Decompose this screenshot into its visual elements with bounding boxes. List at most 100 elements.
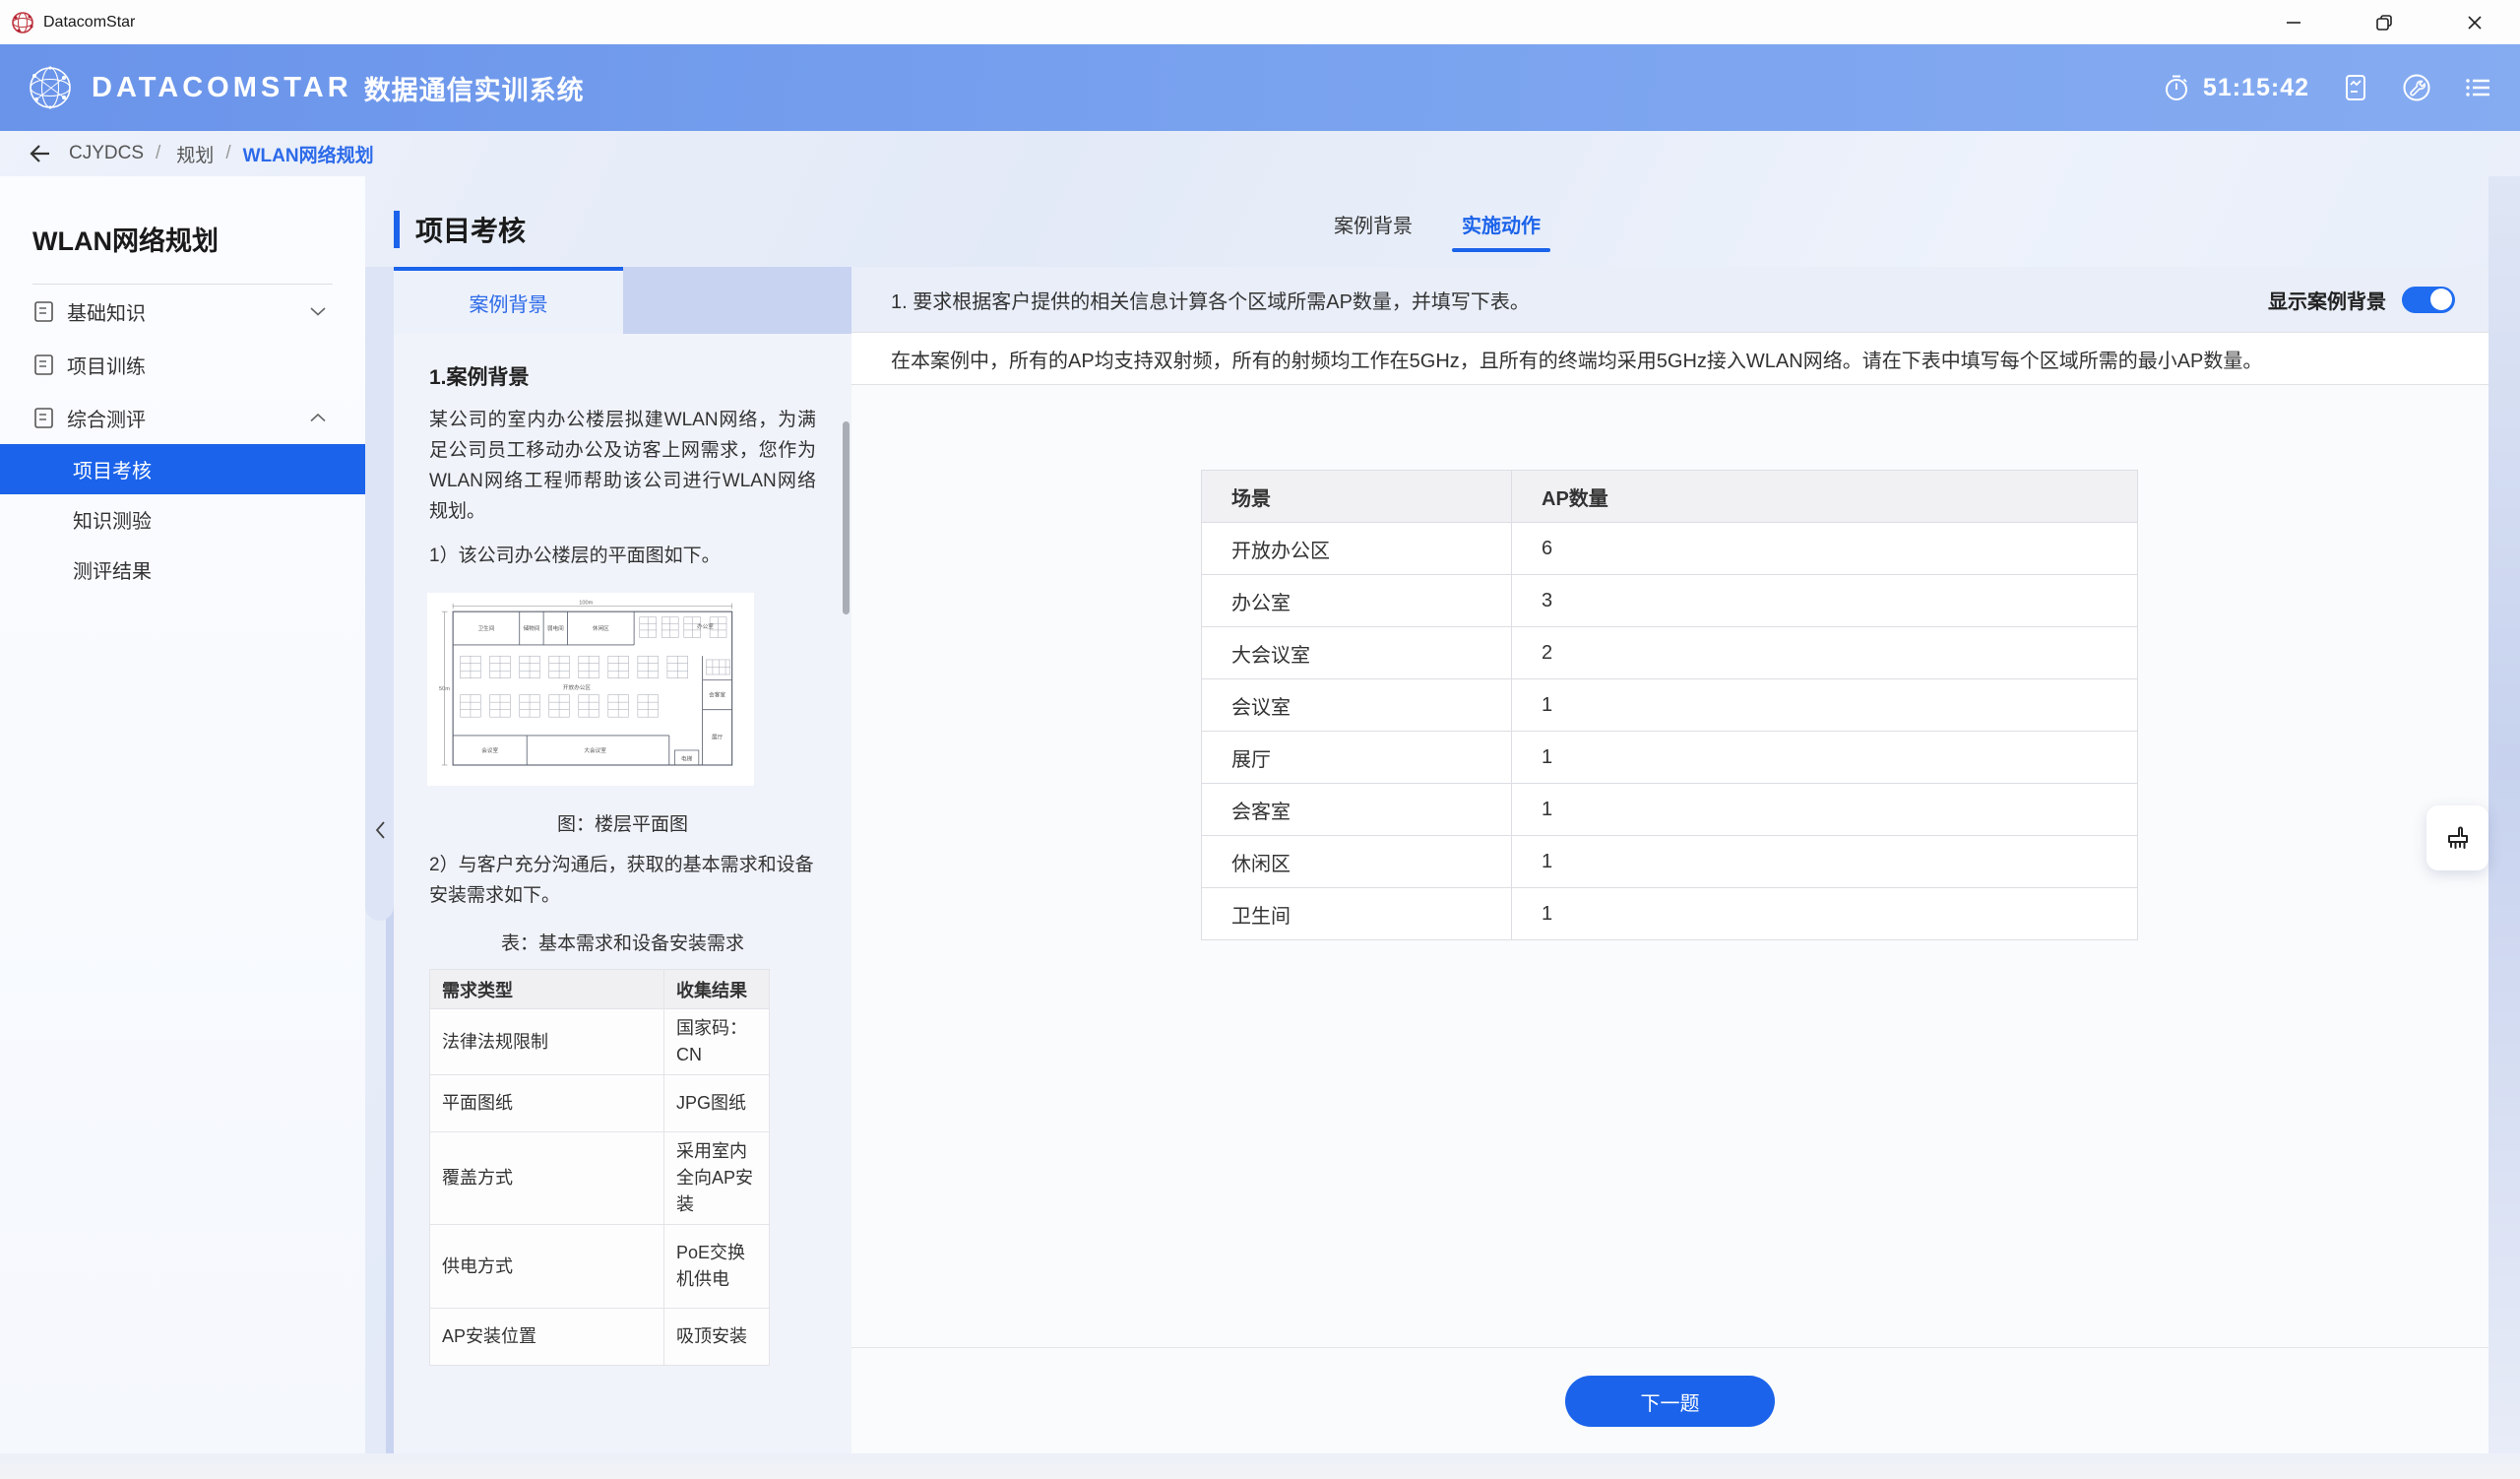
svg-text:会议室: 会议室 (481, 746, 498, 754)
breadcrumb-current: WLAN网络规划 (243, 141, 374, 167)
case-background-panel: 案例背景 1.案例背景 某公司的室内办公楼层拟建WLAN网络，为满足公司员工移动… (394, 267, 851, 1453)
sidebar-item-label: 项目训练 (67, 351, 146, 379)
sidebar: WLAN网络规划 基础知识 项目训练 (0, 176, 365, 1453)
breadcrumb: CJYDCS / 规划 / WLAN网络规划 (0, 131, 2520, 176)
scene-cell: 展厅 (1202, 732, 1512, 784)
requirements-table: 需求类型 收集结果 法律法规限制 国家码：CN 平面图纸 JPG图纸 覆盖方式 … (429, 969, 770, 1366)
svg-text:储物间: 储物间 (523, 624, 539, 632)
right-edge-strip (2488, 176, 2520, 1479)
figure-caption: 图：楼层平面图 (429, 809, 816, 836)
svg-text:办公室: 办公室 (697, 622, 714, 630)
breadcrumb-root[interactable]: CJYDCS (69, 143, 144, 164)
req-type-cell: 平面图纸 (430, 1075, 664, 1132)
column-header: 需求类型 (430, 970, 664, 1009)
svg-text:100m: 100m (579, 601, 593, 607)
req-table-caption: 表：基本需求和设备安装需求 (429, 929, 816, 955)
req-type-cell: AP安装位置 (430, 1309, 664, 1366)
scene-cell: 会议室 (1202, 679, 1512, 732)
chevron-up-icon (310, 413, 326, 422)
ap-count-cell[interactable]: 1 (1512, 679, 2138, 732)
ap-count-cell[interactable]: 1 (1512, 836, 2138, 888)
table-row: 开放办公区 6 (1202, 523, 2138, 575)
ap-count-cell[interactable]: 2 (1512, 627, 2138, 679)
svg-text:大会议室: 大会议室 (584, 746, 606, 754)
req-value-cell: PoE交换机供电 (664, 1225, 770, 1309)
question-text: 1. 要求根据客户提供的相关信息计算各个区域所需AP数量，并填写下表。 (891, 286, 1530, 314)
ap-count-cell[interactable]: 1 (1512, 732, 2138, 784)
show-case-background-toggle[interactable] (2402, 287, 2455, 313)
sidebar-item-training[interactable]: 项目训练 (0, 338, 365, 391)
floorplan-image: 100m 50m 卫生间 储物间 弱电间 休闲区 (427, 593, 754, 786)
table-row: 供电方式 PoE交换机供电 (430, 1225, 770, 1309)
breadcrumb-section[interactable]: 规划 (176, 141, 214, 167)
document-icon (34, 354, 53, 375)
scene-cell: 开放办公区 (1202, 523, 1512, 575)
question-panel: 1. 要求根据客户提供的相关信息计算各个区域所需AP数量，并填写下表。 显示案例… (851, 267, 2488, 1453)
sidebar-subitem-knowledge-quiz[interactable]: 知识测验 (0, 494, 365, 545)
svg-text:展厅: 展厅 (712, 735, 724, 741)
os-titlebar: DatacomStar (0, 0, 2520, 44)
toggle-knob (2430, 289, 2452, 310)
document-icon (34, 301, 53, 322)
svg-text:卫生间: 卫生间 (477, 624, 494, 632)
req-type-cell: 供电方式 (430, 1225, 664, 1309)
sidebar-item-label: 基础知识 (67, 297, 146, 326)
svg-text:50m: 50m (439, 686, 450, 692)
chevron-left-icon (374, 820, 386, 840)
scene-cell: 会客室 (1202, 784, 1512, 836)
tab-case-background[interactable]: 案例背景 (1334, 210, 1413, 252)
session-timer: 51:15:42 (2162, 73, 2309, 102)
table-header-row: 场景 AP数量 (1202, 471, 2138, 523)
collapse-panel-handle[interactable] (365, 267, 394, 921)
scene-cell: 卫生间 (1202, 888, 1512, 940)
back-arrow-icon[interactable] (28, 141, 53, 166)
req-type-cell: 法律法规限制 (430, 1009, 664, 1075)
table-header-row: 需求类型 收集结果 (430, 970, 770, 1009)
timer-value: 51:15:42 (2203, 74, 2309, 102)
question-note: 在本案例中，所有的AP均支持双射频，所有的射频均工作在5GHz，且所有的终端均采… (851, 332, 2488, 385)
application-window: DatacomStar (0, 0, 2520, 1479)
document-icon (34, 408, 53, 428)
sidebar-subitem-label: 项目考核 (73, 455, 152, 483)
table-row: 卫生间 1 (1202, 888, 2138, 940)
svg-text:弱电间: 弱电间 (547, 624, 564, 632)
toggle-group: 显示案例背景 (2268, 286, 2455, 314)
ap-count-cell[interactable]: 1 (1512, 888, 2138, 940)
sidebar-subitem-label: 测评结果 (73, 555, 152, 584)
ap-count-cell[interactable]: 3 (1512, 575, 2138, 627)
tools-icon[interactable] (2402, 73, 2431, 102)
brand-globe-icon (25, 62, 76, 113)
sidebar-item-assessment[interactable]: 综合测评 (0, 391, 365, 444)
floorplan-drawing: 100m 50m 卫生间 储物间 弱电间 休闲区 (433, 599, 748, 780)
case-heading: 1.案例背景 (429, 361, 816, 391)
close-button[interactable] (2429, 0, 2520, 44)
chevron-down-icon (310, 306, 326, 316)
ap-count-cell[interactable]: 6 (1512, 523, 2138, 575)
table-row: 会客室 1 (1202, 784, 2138, 836)
case-paragraph: 某公司的室内办公楼层拟建WLAN网络，为满足公司员工移动办公及访客上网需求，您作… (429, 405, 816, 527)
sidebar-subitem-project-exam[interactable]: 项目考核 (0, 444, 365, 494)
case-panel-scrollbar[interactable] (843, 421, 850, 614)
scene-cell: 大会议室 (1202, 627, 1512, 679)
table-row: 办公室 3 (1202, 575, 2138, 627)
stopwatch-icon (2162, 73, 2191, 102)
restore-button[interactable] (2339, 0, 2429, 44)
column-header-scene: 场景 (1202, 471, 1512, 523)
report-icon[interactable] (2341, 73, 2370, 102)
sidebar-item-basics[interactable]: 基础知识 (0, 285, 365, 338)
next-question-button[interactable]: 下一题 (1565, 1376, 1775, 1427)
column-header-ap-count: AP数量 (1512, 471, 2138, 523)
ap-count-cell[interactable]: 1 (1512, 784, 2138, 836)
table-row: 展厅 1 (1202, 732, 2138, 784)
sidebar-subitem-results[interactable]: 测评结果 (0, 545, 365, 595)
case-panel-tab[interactable]: 案例背景 (394, 267, 623, 334)
brand-name: DATACOMSTAR (92, 72, 352, 104)
title-accent-bar (394, 211, 400, 248)
app-header: DATACOMSTAR 数据通信实训系统 51:15:42 (0, 44, 2520, 131)
minimize-button[interactable] (2248, 0, 2339, 44)
clear-brush-button[interactable] (2426, 805, 2488, 870)
view-tabs: 案例背景 实施动作 (1334, 210, 1541, 252)
tab-implementation[interactable]: 实施动作 (1462, 210, 1541, 252)
menu-list-icon[interactable] (2463, 73, 2492, 102)
brush-icon (2443, 823, 2473, 853)
